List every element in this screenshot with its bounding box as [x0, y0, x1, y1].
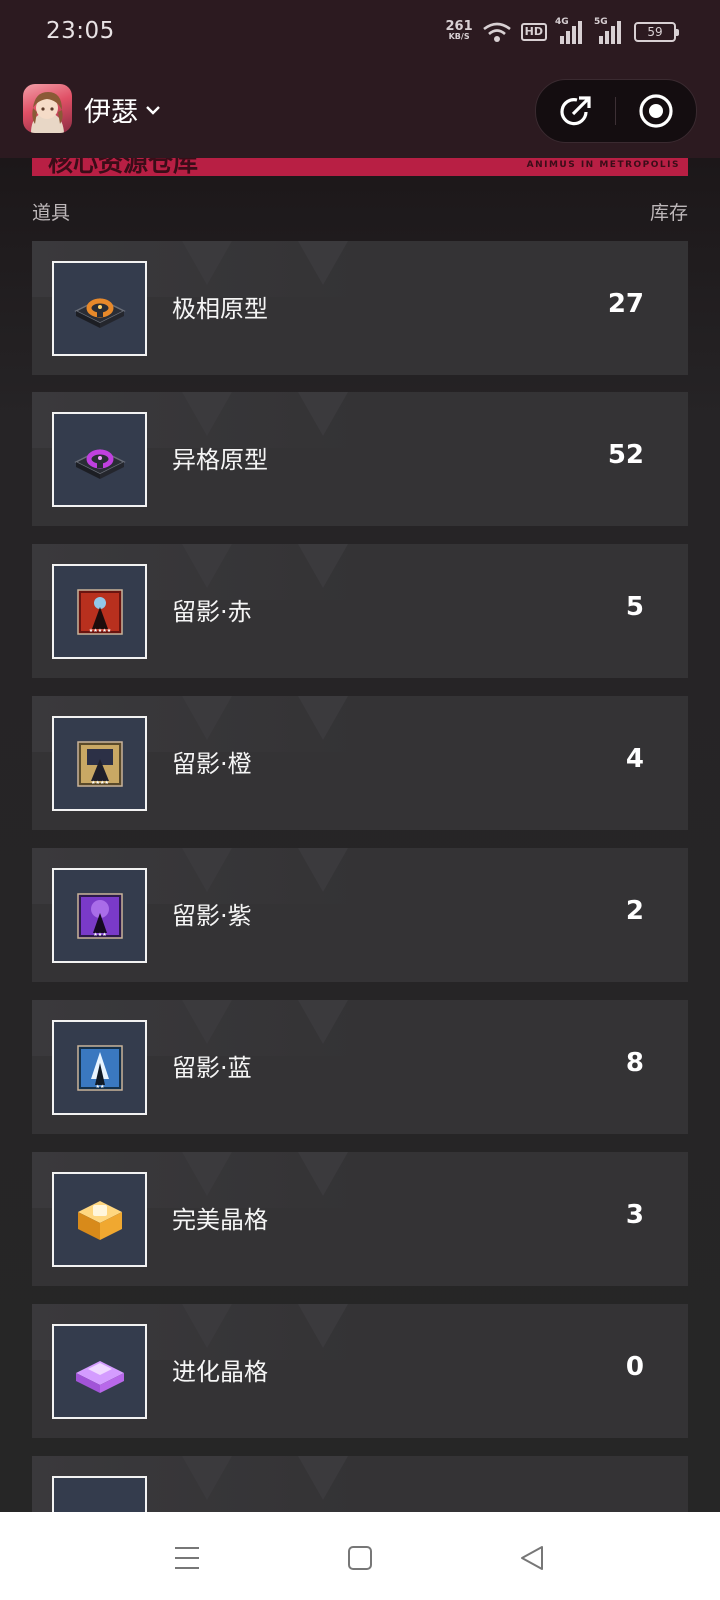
row-decoration: [182, 544, 232, 588]
avatar-image: [31, 92, 64, 133]
orange-prototype-icon: [73, 297, 126, 328]
item-count: 52: [607, 440, 644, 470]
item-icon-frame: [52, 261, 147, 356]
item-count: 4: [625, 744, 644, 774]
close-button[interactable]: [616, 80, 695, 142]
row-decoration: [182, 241, 232, 285]
back-button[interactable]: [514, 1540, 550, 1576]
item-row[interactable]: 进化晶格 0: [32, 1304, 688, 1438]
item-row[interactable]: ★★ 留影·蓝 8: [32, 1000, 688, 1134]
back-icon: [521, 1546, 543, 1570]
item-name: 完美晶格: [172, 1206, 268, 1234]
signal-label: 4G: [555, 17, 569, 27]
row-decoration: [298, 544, 348, 588]
red-shadow-card-icon: ★★★★★: [76, 588, 123, 635]
row-decoration: [182, 1000, 232, 1044]
menu-button[interactable]: [169, 1540, 205, 1576]
signal-icon: 4G: [555, 17, 586, 44]
status-time: 23:05: [46, 18, 115, 44]
share-button[interactable]: [536, 80, 615, 142]
app-header: 伊瑟: [0, 70, 720, 158]
signal-icon: 5G: [594, 17, 625, 44]
svg-text:★★: ★★: [95, 1084, 104, 1090]
item-count: 3: [625, 1200, 644, 1230]
row-decoration: [298, 848, 348, 892]
warehouse-banner: 核心资源仓库 ANIMUS IN METROPOLIS: [32, 158, 688, 176]
svg-text:★★★★: ★★★★: [91, 780, 109, 786]
row-decoration: [298, 1456, 348, 1500]
column-header-stock: 库存: [649, 202, 688, 224]
net-speed-value: 261: [445, 19, 473, 34]
row-decoration: [298, 392, 348, 436]
battery-level: 59: [647, 25, 663, 39]
signal-label: 5G: [594, 17, 608, 27]
item-name: 异格原型: [172, 446, 268, 474]
account-name: 伊瑟: [84, 97, 138, 128]
home-button[interactable]: [342, 1540, 378, 1576]
orange-shadow-card-icon: ★★★★: [76, 740, 123, 787]
status-bar: 23:05 261 KB/S HD 4G 5G 59: [0, 0, 720, 70]
row-decoration: [298, 696, 348, 740]
item-icon-frame: ★★: [52, 1020, 147, 1115]
home-icon: [348, 1546, 372, 1570]
item-row[interactable]: 极相原型 27: [32, 241, 688, 375]
row-decoration: [298, 1152, 348, 1196]
item-count: 2: [625, 896, 644, 926]
item-icon-frame: ★★★★: [52, 716, 147, 811]
wifi-icon: [482, 22, 511, 42]
item-icon-frame: [52, 1172, 147, 1267]
banner-subtitle: ANIMUS IN METROPOLIS: [526, 160, 680, 170]
row-decoration: [298, 241, 348, 285]
row-decoration: [182, 1304, 232, 1348]
banner-title: 核心资源仓库: [48, 158, 199, 176]
svg-text:★★★: ★★★: [93, 932, 107, 938]
row-decoration: [182, 696, 232, 740]
avatar[interactable]: [23, 84, 72, 133]
item-count: 0: [625, 1352, 644, 1382]
item-row[interactable]: ★★★ 留影·紫 2: [32, 848, 688, 982]
item-name: 留影·蓝: [172, 1054, 252, 1082]
system-nav-bar: [0, 1512, 720, 1600]
battery-icon: 59: [634, 22, 679, 42]
purple-shadow-card-icon: ★★★: [76, 892, 123, 939]
net-speed: 261 KB/S: [445, 19, 473, 42]
row-decoration: [298, 1304, 348, 1348]
item-name: 留影·橙: [172, 750, 252, 778]
mini-program-capsule: [535, 79, 697, 143]
column-header-item: 道具: [32, 202, 71, 224]
item-name: 进化晶格: [172, 1358, 268, 1386]
item-count: 8: [625, 1048, 644, 1078]
item-icon-frame: [52, 412, 147, 507]
menu-icon: [175, 1547, 199, 1569]
hd-badge: HD: [520, 23, 547, 41]
status-icons: 261 KB/S HD 4G 5G 59: [445, 16, 679, 48]
net-speed-unit: KB/S: [448, 32, 470, 41]
row-decoration: [182, 1152, 232, 1196]
item-name: 极相原型: [172, 295, 268, 323]
share-icon: [559, 96, 591, 126]
gold-crystal-icon: [77, 1200, 122, 1240]
item-icon-frame: ★★★: [52, 868, 147, 963]
item-icon-frame: ★★★★★: [52, 564, 147, 659]
row-decoration: [182, 1456, 232, 1500]
svg-text:★★★★★: ★★★★★: [88, 628, 111, 634]
purple-prototype-icon: [73, 448, 126, 479]
item-name: 留影·紫: [172, 902, 252, 930]
blue-shadow-card-icon: ★★: [76, 1044, 123, 1091]
item-count: 27: [607, 289, 644, 319]
item-row[interactable]: 完美晶格 3: [32, 1152, 688, 1286]
item-name: 留影·赤: [172, 598, 252, 626]
chevron-down-icon: [146, 105, 160, 115]
item-row[interactable]: ★★★★ 留影·橙 4: [32, 696, 688, 830]
purple-crystal-icon: [75, 1360, 124, 1393]
account-switcher[interactable]: 伊瑟: [84, 90, 162, 129]
item-row[interactable]: 异格原型 52: [32, 392, 688, 526]
item-row[interactable]: ★★★★★ 留影·赤 5: [32, 544, 688, 678]
record-icon: [638, 94, 673, 128]
item-icon-frame: [52, 1324, 147, 1419]
row-decoration: [298, 1000, 348, 1044]
item-count: 5: [625, 592, 644, 622]
row-decoration: [182, 848, 232, 892]
row-decoration: [182, 392, 232, 436]
